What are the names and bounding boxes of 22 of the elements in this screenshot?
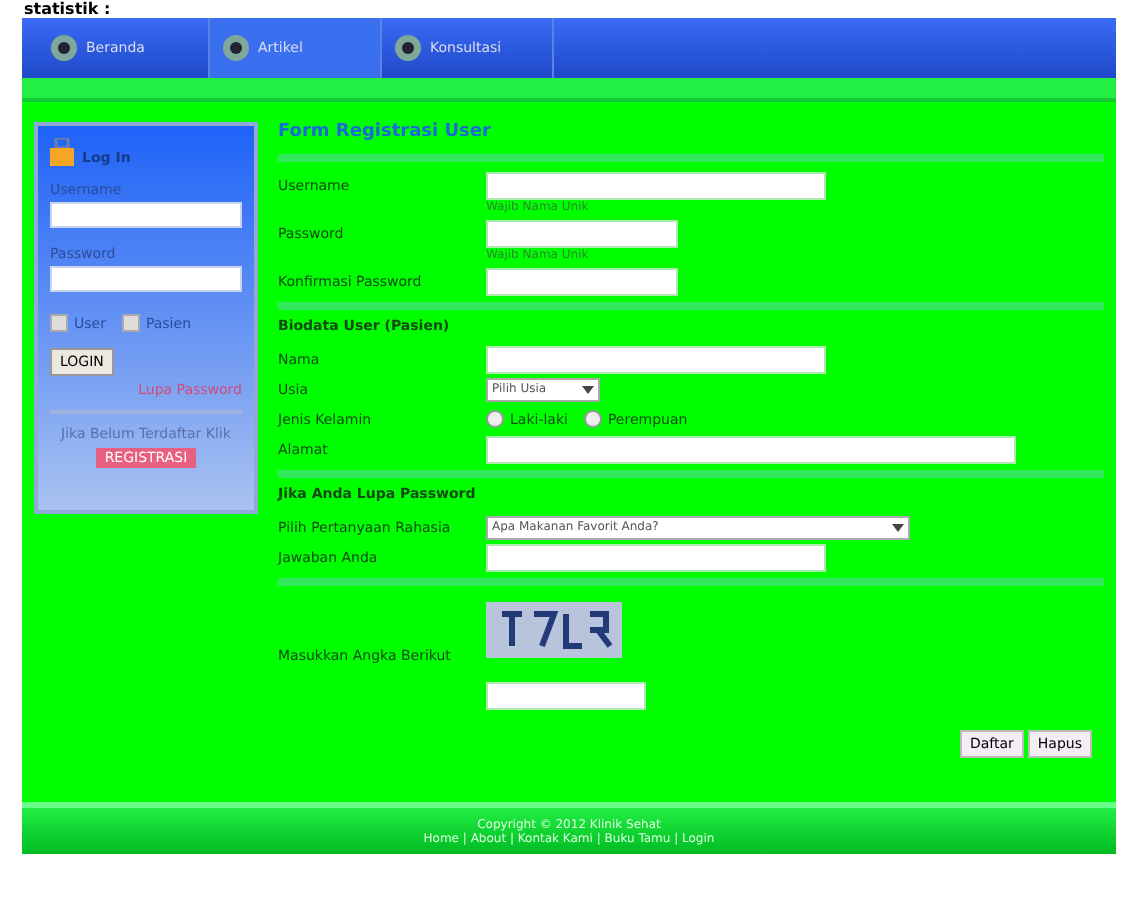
disc-icon bbox=[222, 34, 250, 62]
page-heading: statistik : bbox=[22, 0, 113, 18]
input-field[interactable] bbox=[486, 345, 826, 373]
lock-icon bbox=[50, 138, 74, 166]
input-field[interactable] bbox=[486, 171, 826, 199]
input-field[interactable] bbox=[486, 219, 678, 247]
captcha-image bbox=[486, 602, 622, 658]
input-field[interactable] bbox=[486, 543, 826, 571]
input-field[interactable] bbox=[486, 267, 678, 295]
password-field[interactable] bbox=[50, 266, 242, 292]
caret-icon bbox=[582, 385, 594, 393]
captcha-field[interactable] bbox=[486, 682, 646, 710]
username-field[interactable] bbox=[50, 202, 242, 228]
checkbox[interactable] bbox=[121, 314, 140, 332]
form-title: Form Registrasi User bbox=[278, 122, 493, 142]
disc-icon bbox=[394, 34, 422, 62]
checkbox[interactable] bbox=[50, 314, 68, 332]
disc-icon bbox=[50, 34, 78, 62]
caret-icon bbox=[892, 523, 904, 531]
radio-button[interactable] bbox=[486, 410, 504, 428]
input-field[interactable] bbox=[486, 435, 1016, 463]
radio-button[interactable] bbox=[583, 410, 602, 428]
